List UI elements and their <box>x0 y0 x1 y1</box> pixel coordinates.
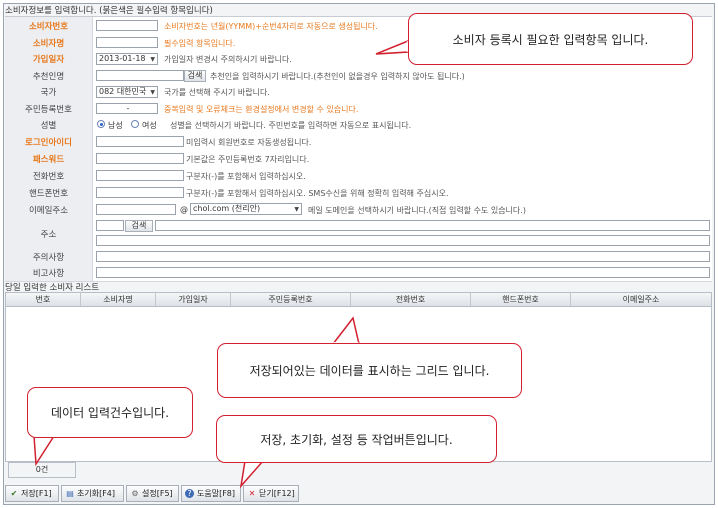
row-gender: 성별 남성 여성 성별을 선택하시기 바랍니다. 주민번호를 입력하면 자동으로… <box>5 117 712 134</box>
grid-col-email[interactable]: 이메일주소 <box>571 293 711 306</box>
label-email: 이메일주소 <box>5 201 93 218</box>
label-phone: 전화번호 <box>5 167 93 184</box>
gender-male-label: 남성 <box>108 121 123 130</box>
resident-no-input[interactable]: - <box>96 103 158 114</box>
form-section-title: 소비자정보를 입력합니다. (붉은색은 필수입력 항목입니다) <box>5 6 213 16</box>
label-remarks: 비고사항 <box>5 265 93 281</box>
gender-female-radio[interactable] <box>131 120 139 128</box>
label-consumer-name: 소비자명 <box>5 34 93 51</box>
label-notes: 주의사항 <box>5 249 93 265</box>
row-remarks: 비고사항 <box>5 265 712 282</box>
grid-col-join-date[interactable]: 가입일자 <box>156 293 231 306</box>
hint-email: 메일 도메인을 선택하시기 바랍니다.(직접 입력할 수도 있습니다.) <box>308 206 526 215</box>
country-value: 082 대한민국 <box>99 87 147 96</box>
help-icon: ? <box>185 489 194 498</box>
join-date-picker[interactable]: 2013-01-18 ▼ <box>96 53 158 65</box>
label-resident-no: 주민등록번호 <box>5 100 93 117</box>
hint-consumer-no: 소비자번호는 년월(YYMM)+순번4자리로 자동으로 생성됩니다. <box>164 22 378 31</box>
callout-tail-buttons <box>239 460 265 489</box>
remarks-input[interactable] <box>96 267 710 278</box>
reset-button-label: 초기화[F4] <box>77 489 116 498</box>
label-address: 주소 <box>5 218 93 249</box>
mobile-input[interactable] <box>96 187 184 198</box>
hint-join-date: 가입일자 변경시 주의하시기 바랍니다. <box>164 55 292 64</box>
grid-col-mobile[interactable]: 핸드폰번호 <box>471 293 571 306</box>
row-country: 국가 082 대한민국 ▼ 국가를 선택해 주시기 바랍니다. <box>5 84 712 101</box>
settings-button[interactable]: ⚙ 설정[F5] <box>126 485 179 502</box>
save-button-label: 저장[F1] <box>21 489 52 498</box>
settings-button-label: 설정[F5] <box>142 489 173 498</box>
save-icon: ✔ <box>10 489 18 498</box>
referrer-input[interactable] <box>96 70 184 81</box>
callout-tail-input <box>375 39 410 55</box>
phone-input[interactable] <box>96 170 184 181</box>
gender-male-radio[interactable] <box>97 120 105 128</box>
row-phone: 전화번호 구분자(-)를 포함해서 입력하십시오. <box>5 167 712 185</box>
hint-country: 국가를 선택해 주시기 바랍니다. <box>164 88 270 97</box>
email-id-input[interactable] <box>96 204 176 215</box>
login-id-input[interactable] <box>96 136 184 147</box>
password-input[interactable] <box>96 153 184 164</box>
help-button[interactable]: ? 도움말[F8] <box>181 485 241 502</box>
hint-password: 기본값은 주민등록번호 7자리입니다. <box>186 155 310 164</box>
email-domain-select[interactable]: chol.com (천리안) ▼ <box>190 203 302 215</box>
callout-buttons: 저장, 초기화, 설정 등 작업버튼입니다. <box>216 415 497 463</box>
callout-input-items: 소비자 등록시 필요한 입력항목 입니다. <box>408 13 693 65</box>
hint-mobile: 구분자(-)를 포함해서 입력하십시오. SMS수신을 위해 정확히 입력해 주… <box>186 189 449 198</box>
hint-gender: 성별을 선택하시기 바랍니다. 주민번호를 입력하면 자동으로 표시됩니다. <box>170 121 412 130</box>
label-referrer: 추천인명 <box>5 67 93 84</box>
gear-icon: ⚙ <box>131 489 139 498</box>
hint-referrer: 추천인을 입력하시기 바랍니다.(추천인이 없을경우 입력하지 않아도 됩니다.… <box>210 72 465 81</box>
address-line2-input[interactable] <box>96 235 710 246</box>
chevron-down-icon: ▼ <box>150 56 155 63</box>
row-mobile: 핸드폰번호 구분자(-)를 포함해서 입력하십시오. SMS수신을 위해 정확히… <box>5 184 712 202</box>
consumer-no-input[interactable] <box>96 20 158 31</box>
grid-col-resident-no[interactable]: 주민등록번호 <box>231 293 351 306</box>
email-at-sign: @ <box>180 205 188 214</box>
callout-tail-count <box>33 435 56 467</box>
grid-header: 번호 소비자명 가입일자 주민등록번호 전화번호 핸드폰번호 이메일주소 <box>6 293 711 307</box>
row-referrer: 추천인명 검색 추천인을 입력하시기 바랍니다.(추천인이 없을경우 입력하지 … <box>5 67 712 85</box>
help-button-label: 도움말[F8] <box>197 489 236 498</box>
address-search-button[interactable]: 검색 <box>125 220 153 232</box>
email-domain-value: chol.com (천리안) <box>193 204 261 213</box>
grid-col-no[interactable]: 번호 <box>6 293 81 306</box>
row-notes: 주의사항 <box>5 249 712 266</box>
chevron-down-icon: ▼ <box>294 206 299 213</box>
hint-login-id: 미입력시 회원번호로 자동생성됩니다. <box>186 138 312 147</box>
row-password: 패스워드 기본값은 주민등록번호 7자리입니다. <box>5 150 712 168</box>
callout-grid: 저장되어있는 데이터를 표시하는 그리드 입니다. <box>217 343 522 398</box>
gender-female-label: 여성 <box>142 121 157 130</box>
country-select[interactable]: 082 대한민국 ▼ <box>96 86 158 98</box>
referrer-search-button[interactable]: 검색 <box>184 70 206 82</box>
zipcode-input[interactable] <box>96 220 124 231</box>
label-password: 패스워드 <box>5 150 93 167</box>
grid-col-name[interactable]: 소비자명 <box>81 293 156 306</box>
hint-resident-no: 중복입력 및 오류체크는 환경설정에서 변경할 수 있습니다. <box>164 105 359 114</box>
grid-col-phone[interactable]: 전화번호 <box>351 293 471 306</box>
label-country: 국가 <box>5 84 93 100</box>
consumer-name-input[interactable] <box>96 37 158 48</box>
document-icon: ▤ <box>66 489 74 498</box>
save-button[interactable]: ✔ 저장[F1] <box>5 485 59 502</box>
label-join-date: 가입일자 <box>5 51 93 67</box>
row-login-id: 로그인아이디 미입력시 회원번호로 자동생성됩니다. <box>5 133 712 151</box>
label-mobile: 핸드폰번호 <box>5 184 93 201</box>
label-gender: 성별 <box>5 117 93 133</box>
address-line1-input[interactable] <box>155 220 710 231</box>
row-address: 주소 검색 <box>5 218 712 250</box>
hint-phone: 구분자(-)를 포함해서 입력하십시오. <box>186 172 306 181</box>
label-login-id: 로그인아이디 <box>5 133 93 150</box>
row-email: 이메일주소 @ chol.com (천리안) ▼ 메일 도메인을 선택하시기 바… <box>5 201 712 219</box>
row-resident-no: 주민등록번호 - 중복입력 및 오류체크는 환경설정에서 변경할 수 있습니다. <box>5 100 712 118</box>
label-consumer-no: 소비자번호 <box>5 17 93 34</box>
join-date-value: 2013-01-18 <box>99 54 146 63</box>
notes-input[interactable] <box>96 251 710 262</box>
callout-count: 데이터 입력건수입니다. <box>27 387 193 438</box>
chevron-down-icon: ▼ <box>150 89 155 96</box>
hint-consumer-name: 필수입력 항목입니다. <box>164 39 236 48</box>
reset-button[interactable]: ▤ 초기화[F4] <box>61 485 124 502</box>
